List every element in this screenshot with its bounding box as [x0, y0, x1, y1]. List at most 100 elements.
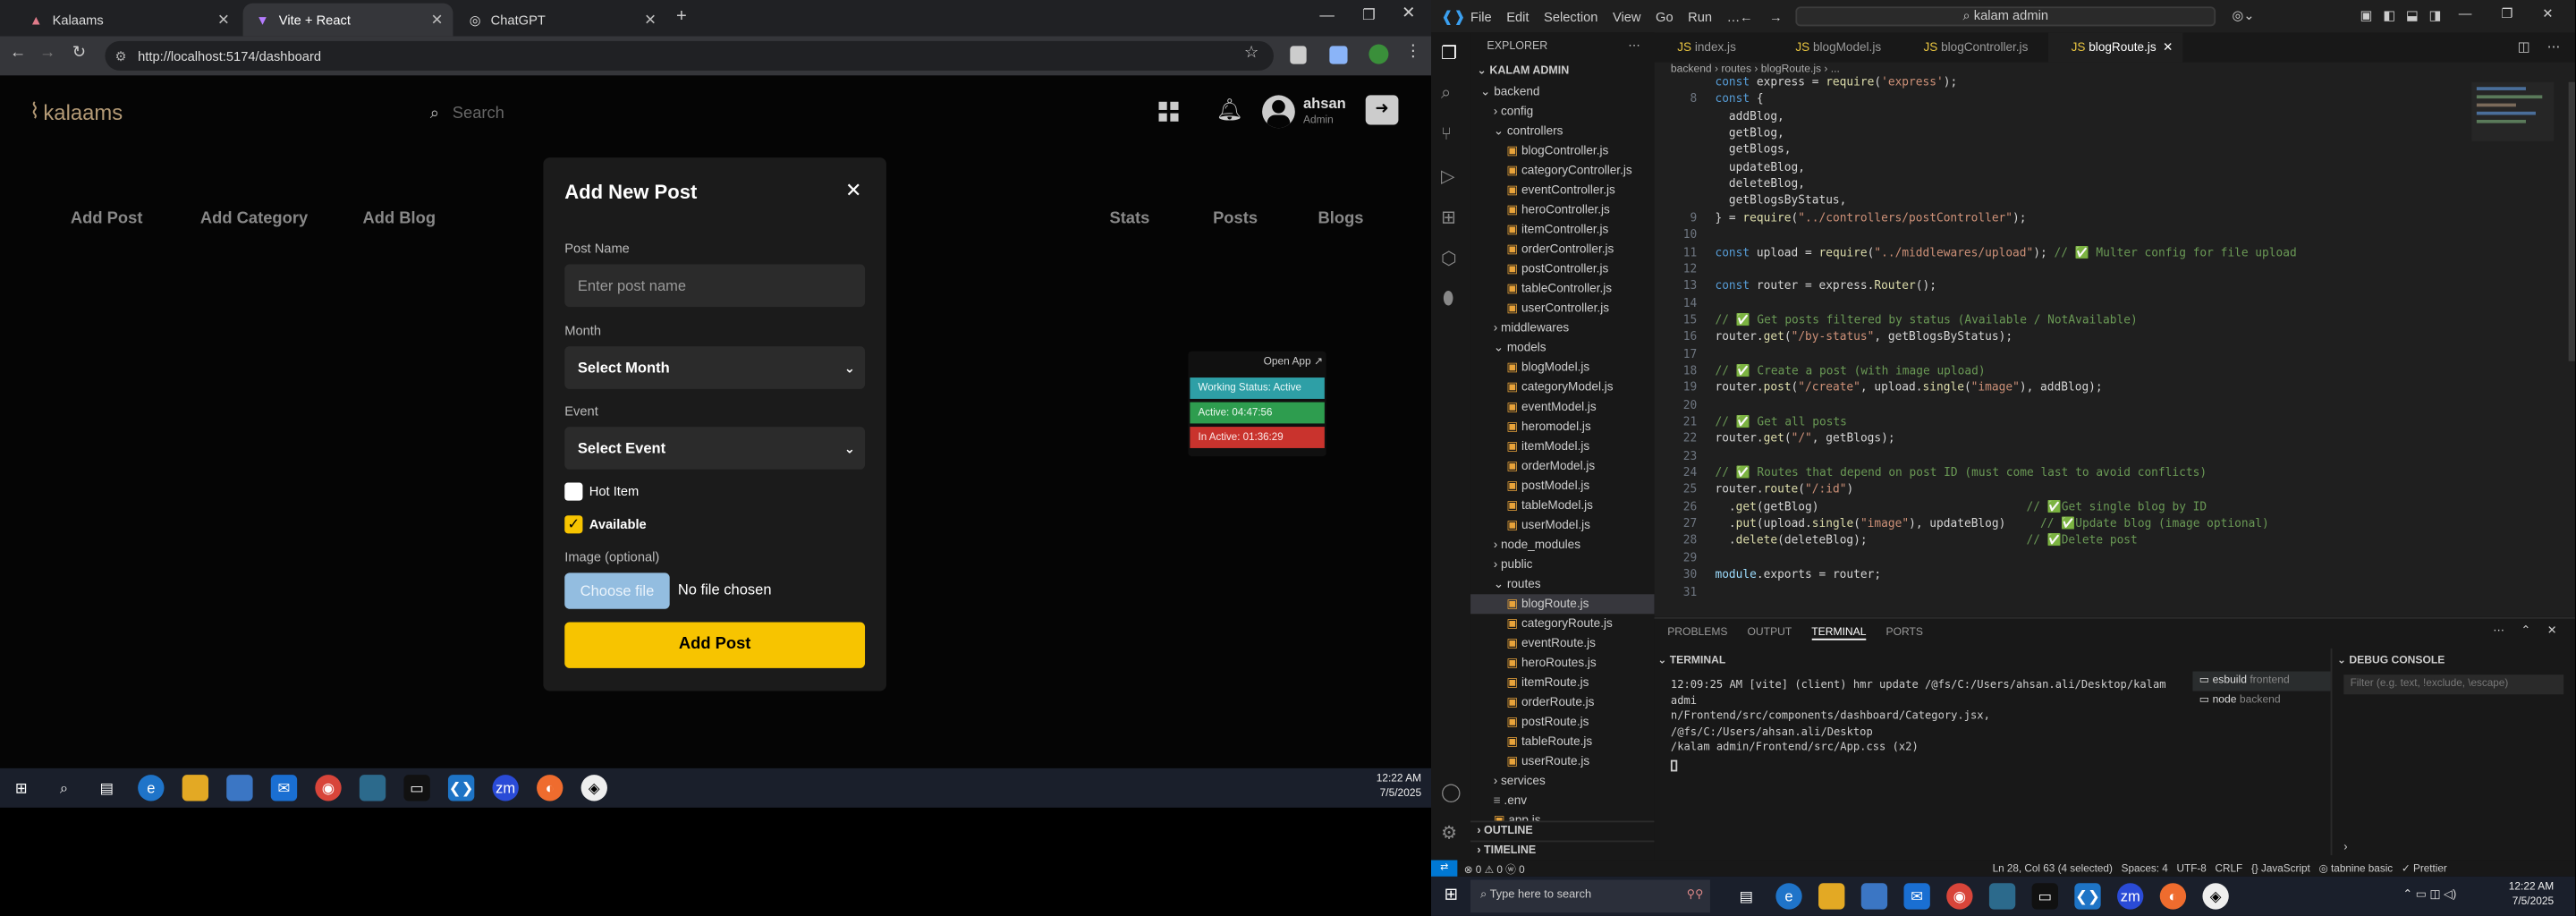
- add-post-button[interactable]: Add Post: [564, 622, 866, 668]
- file-explorer-icon[interactable]: [1818, 883, 1845, 910]
- chrome-icon[interactable]: ◉: [315, 775, 342, 802]
- app-icon[interactable]: ◈: [2202, 883, 2229, 910]
- tree-item[interactable]: ▣ orderRoute.js: [1470, 692, 1594, 712]
- menu-view[interactable]: View: [1613, 10, 1641, 25]
- chrome-icon[interactable]: ◉: [1946, 883, 1973, 910]
- tree-item[interactable]: ▣ eventController.js: [1470, 181, 1614, 200]
- file-explorer-icon[interactable]: [182, 775, 209, 802]
- logout-icon[interactable]: ➜: [1365, 95, 1399, 125]
- month-select[interactable]: Select Month ⌄: [564, 346, 866, 389]
- apps-grid-icon[interactable]: [1158, 101, 1179, 122]
- tree-item[interactable]: ▣ categoryModel.js: [1470, 377, 1613, 397]
- task-view-icon[interactable]: ▤: [1733, 883, 1759, 909]
- extension-icon[interactable]: [1329, 46, 1348, 64]
- post-name-input[interactable]: Enter post name: [564, 264, 866, 308]
- tree-item[interactable]: ▣ categoryRoute.js: [1470, 614, 1612, 633]
- tree-item[interactable]: ▣ app.js: [1470, 810, 1541, 820]
- search-icon[interactable]: ⌕: [1441, 84, 1451, 106]
- terminal-node[interactable]: ▭ node backend: [2192, 691, 2330, 711]
- tree-item[interactable]: ▣ heromodel.js: [1470, 417, 1590, 437]
- close-window-icon[interactable]: ✕: [1402, 5, 1415, 23]
- editor-tab-index[interactable]: JS index.js: [1655, 33, 1773, 63]
- tab-terminal[interactable]: TERMINAL: [1811, 627, 1867, 640]
- extension-icon[interactable]: [1290, 46, 1307, 64]
- maximize-icon[interactable]: ❐: [2501, 6, 2512, 21]
- tree-item[interactable]: ≡ .env: [1470, 791, 1527, 810]
- tree-item[interactable]: ▣ userModel.js: [1470, 515, 1589, 535]
- tree-item[interactable]: ▣ categoryController.js: [1470, 161, 1631, 181]
- account-icon[interactable]: ◯: [1441, 781, 1462, 802]
- available-checkbox[interactable]: ✓: [564, 515, 583, 534]
- close-tab-icon[interactable]: ✕: [644, 11, 657, 29]
- terminal-icon[interactable]: ▭: [403, 775, 430, 802]
- app-icon[interactable]: [359, 775, 386, 802]
- tree-item[interactable]: ▣ postRoute.js: [1470, 712, 1589, 732]
- editor-scrollbar[interactable]: [2568, 81, 2575, 361]
- vscode-icon[interactable]: ❮❯: [2074, 883, 2101, 910]
- explorer-icon[interactable]: ❐: [1441, 43, 1457, 64]
- breadcrumb[interactable]: backend › routes › blogRoute.js › ...: [1671, 64, 1840, 76]
- tree-item[interactable]: ▣ blogModel.js: [1470, 358, 1589, 377]
- tab-vite-react[interactable]: ▼ Vite + React ✕: [242, 3, 453, 37]
- tree-item[interactable]: ▣ orderModel.js: [1470, 456, 1595, 476]
- edge-icon[interactable]: e: [1775, 883, 1802, 910]
- timeline-section[interactable]: › TIMELINE: [1470, 840, 1655, 861]
- tree-item[interactable]: ⌄ backend: [1470, 82, 1539, 102]
- postman-icon[interactable]: ◐: [2159, 883, 2187, 910]
- tree-item[interactable]: ▣ eventRoute.js: [1470, 633, 1596, 653]
- run-debug-icon[interactable]: ▷: [1441, 165, 1455, 187]
- close-icon[interactable]: ✕: [845, 179, 861, 202]
- terminal-section-title[interactable]: ⌄ TERMINAL: [1657, 653, 1725, 666]
- docker-icon[interactable]: ⬡: [1441, 248, 1457, 269]
- tree-item[interactable]: ▣ orderController.js: [1470, 240, 1614, 259]
- tree-item[interactable]: ▣ tableController.js: [1470, 279, 1612, 299]
- tree-item[interactable]: › config: [1470, 102, 1533, 122]
- remote-icon[interactable]: ⇄: [1431, 860, 1458, 877]
- app-icon[interactable]: [1988, 883, 2016, 910]
- tree-item[interactable]: ▣ itemRoute.js: [1470, 673, 1589, 692]
- site-info-icon[interactable]: ⚙: [114, 48, 126, 64]
- forward-icon[interactable]: →: [39, 45, 55, 63]
- avatar[interactable]: [1262, 95, 1295, 129]
- menu-file[interactable]: File: [1470, 10, 1492, 25]
- nav-posts[interactable]: Posts: [1213, 210, 1258, 228]
- vscode-icon[interactable]: ❮❯: [447, 775, 475, 802]
- hot-item-checkbox[interactable]: [564, 482, 583, 501]
- debug-console-title[interactable]: ⌄ DEBUG CONSOLE: [2337, 653, 2445, 666]
- taskbar-search-box[interactable]: ⌕ Type here to search ⚲⚲: [1470, 879, 1710, 913]
- choose-file-button[interactable]: Choose file: [564, 572, 670, 609]
- event-select[interactable]: Select Event ⌄: [564, 427, 866, 470]
- outline-section[interactable]: › OUTLINE: [1470, 820, 1655, 841]
- close-tab-icon[interactable]: ✕: [431, 11, 444, 29]
- toggle-secondary-sidebar-icon[interactable]: ◨: [2429, 8, 2442, 23]
- windows-start-icon[interactable]: ⊞: [1445, 886, 1458, 904]
- open-app-link[interactable]: Open App ↗: [1264, 354, 1323, 368]
- tree-item[interactable]: ▣ userController.js: [1470, 299, 1609, 318]
- mongodb-icon[interactable]: ⬮: [1443, 289, 1454, 310]
- back-icon[interactable]: ←: [1740, 10, 1753, 25]
- tree-item[interactable]: ▣ postModel.js: [1470, 476, 1589, 496]
- terminal-esbuild[interactable]: ▭ esbuild frontend: [2192, 671, 2331, 691]
- edge-icon[interactable]: e: [138, 775, 165, 802]
- store-icon[interactable]: [226, 775, 253, 802]
- tree-item[interactable]: ▣ heroRoutes.js: [1470, 653, 1596, 673]
- forward-icon[interactable]: →: [1769, 10, 1783, 25]
- more-actions-icon[interactable]: ⋯: [2547, 39, 2561, 55]
- tab-kalaams[interactable]: ▲ Kalaams ✕: [16, 4, 240, 37]
- tree-item[interactable]: ⌄ controllers: [1470, 122, 1563, 141]
- search-bar[interactable]: ⌕ Search: [430, 98, 1054, 128]
- tab-problems[interactable]: PROBLEMS: [1667, 627, 1727, 640]
- postman-icon[interactable]: ◐: [537, 775, 564, 802]
- close-tab-icon[interactable]: ✕: [217, 11, 230, 29]
- source-control-icon[interactable]: ⑂: [1441, 124, 1452, 144]
- tab-output[interactable]: OUTPUT: [1748, 627, 1792, 640]
- command-center-search[interactable]: ⌕ kalam admin: [1795, 6, 2216, 27]
- menu-selection[interactable]: Selection: [1544, 10, 1597, 25]
- tree-item[interactable]: ▣ heroController.js: [1470, 200, 1609, 220]
- editor-tab-blogmodel[interactable]: JS blogModel.js: [1773, 33, 1901, 63]
- windows-start-icon[interactable]: ⊞: [8, 775, 34, 801]
- tree-item[interactable]: › services: [1470, 771, 1546, 791]
- profile-avatar[interactable]: [1368, 44, 1389, 64]
- notification-bell-icon[interactable]: 🔔︎: [1216, 97, 1243, 123]
- debug-filter-input[interactable]: Filter (e.g. text, !exclude, \escape): [2343, 674, 2564, 695]
